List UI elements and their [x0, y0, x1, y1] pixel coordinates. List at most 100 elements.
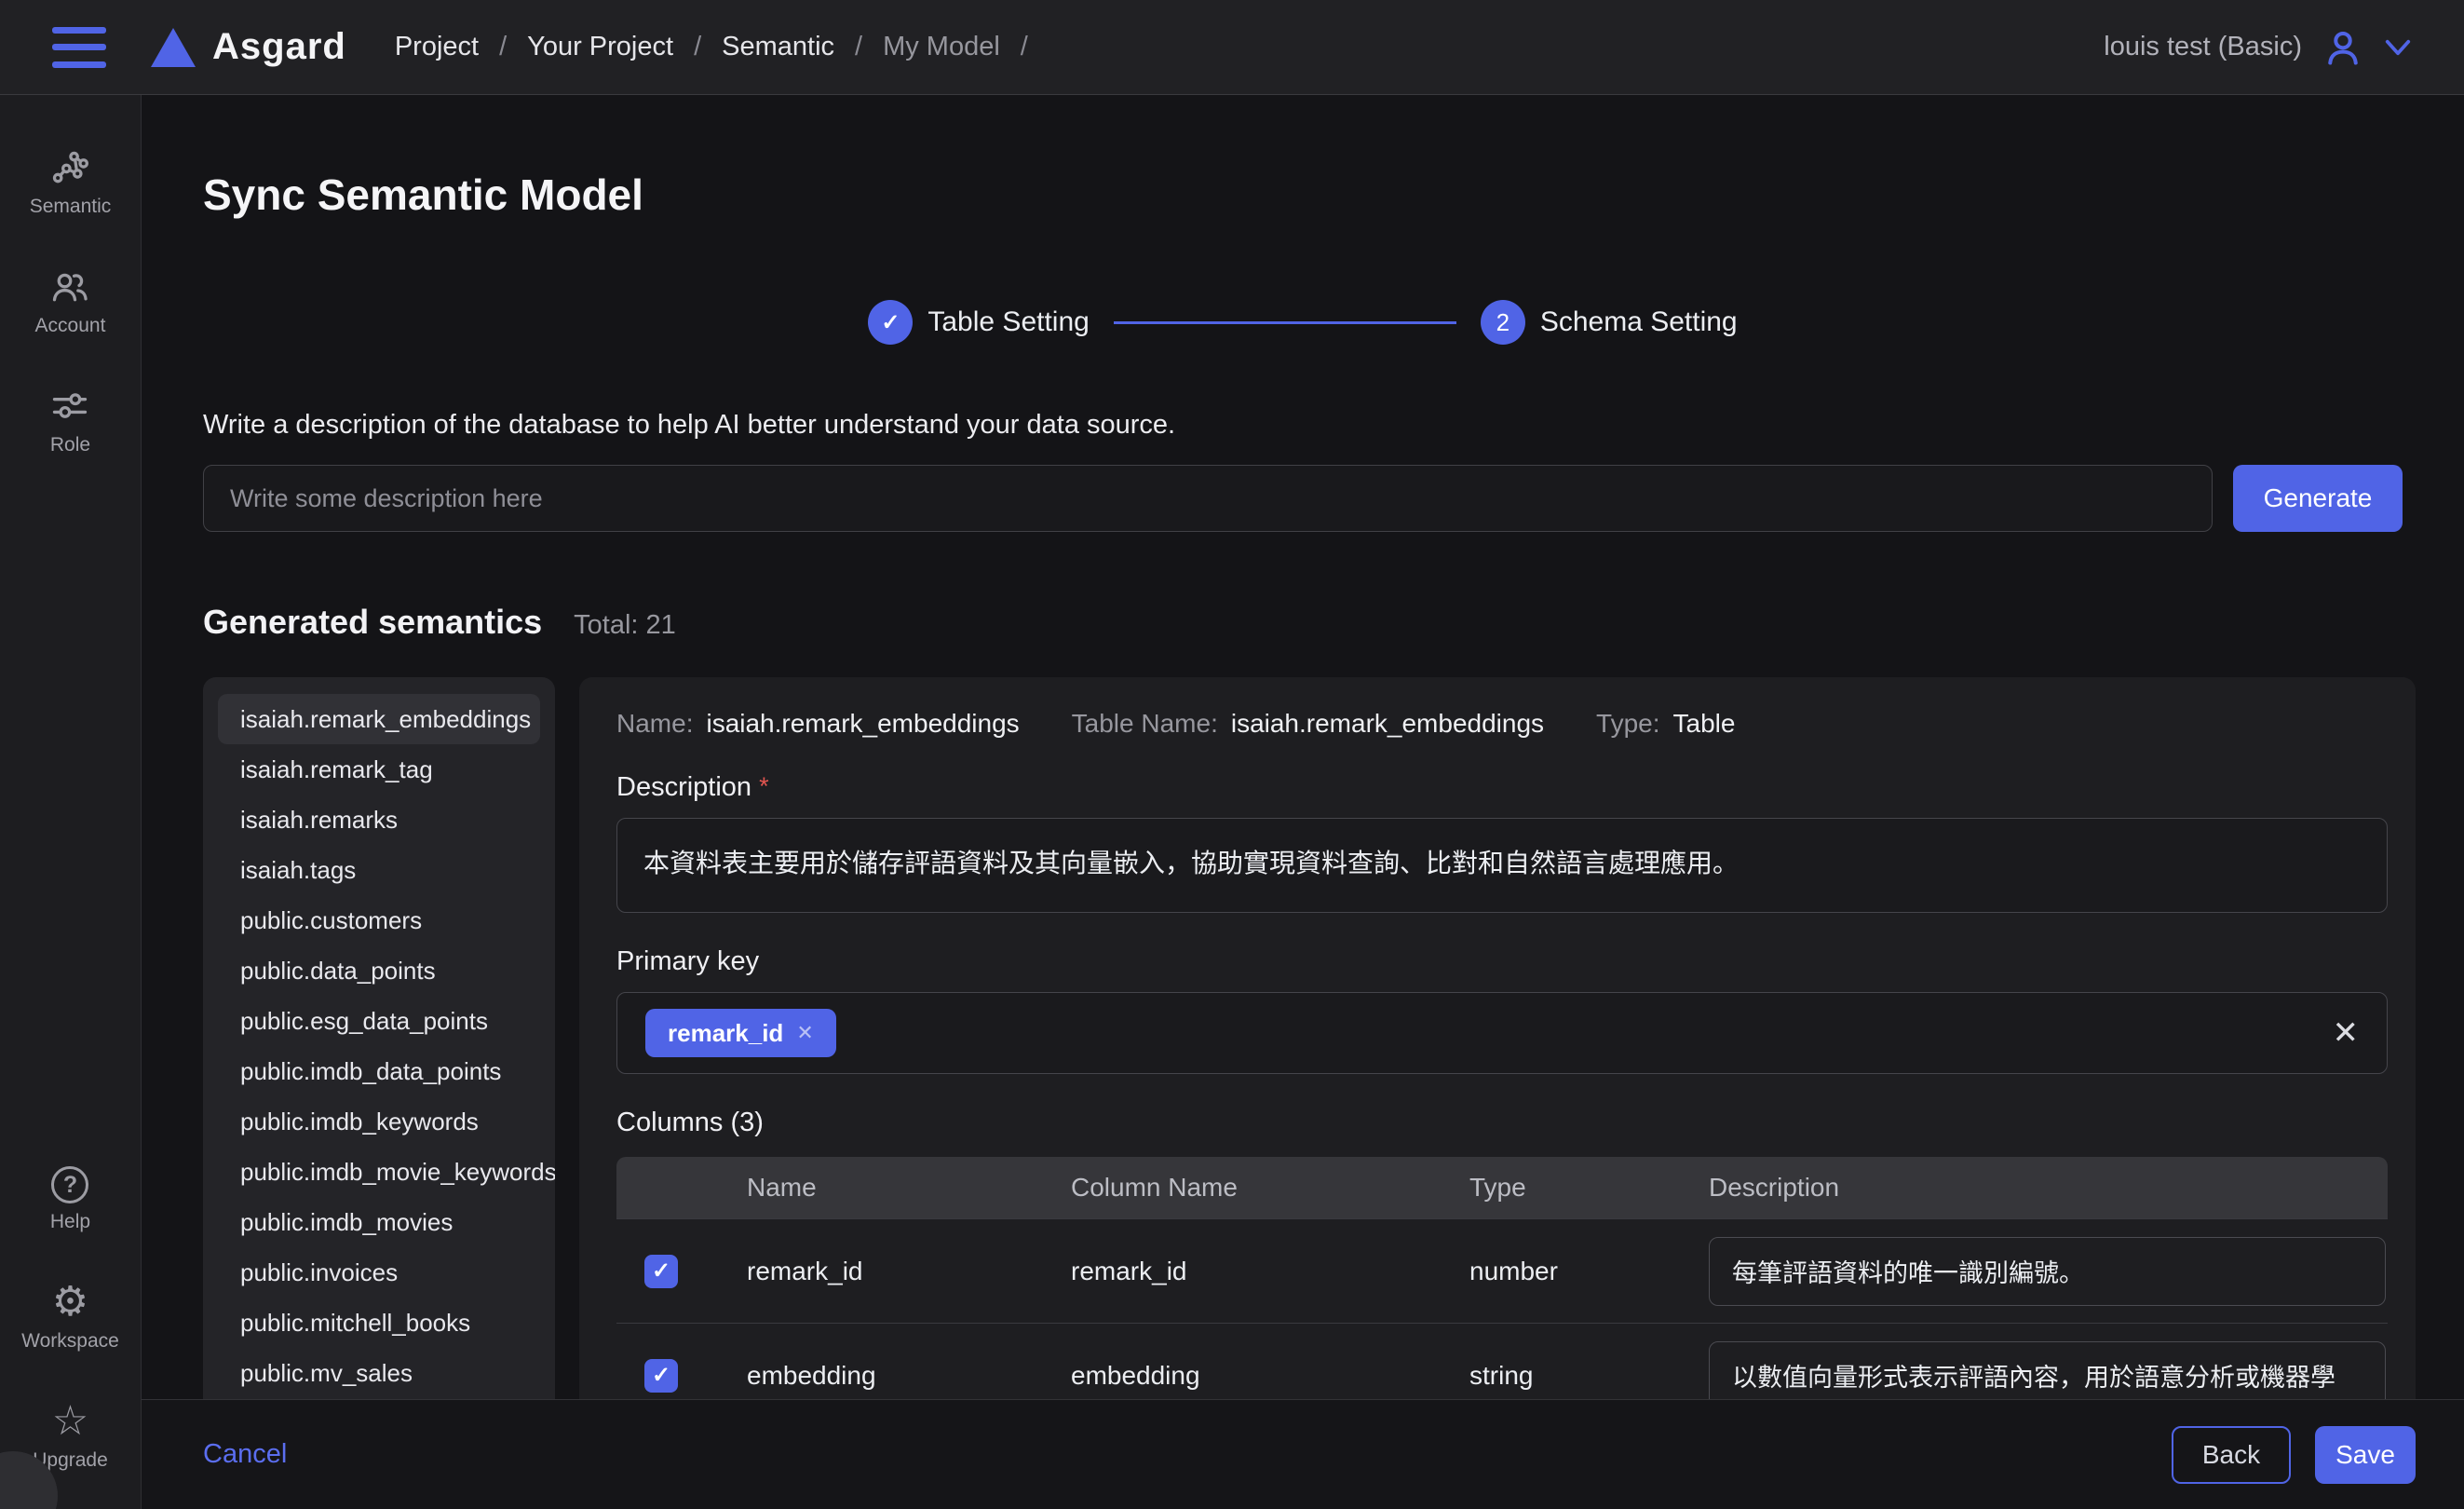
user-menu[interactable]: louis test (Basic) — [2104, 27, 2412, 68]
back-button[interactable]: Back — [2172, 1426, 2291, 1484]
step-connector — [1114, 321, 1456, 324]
help-icon: ? — [51, 1166, 88, 1203]
generated-semantics-header: Generated semantics Total: 21 — [203, 603, 2464, 642]
sliders-icon — [49, 386, 90, 427]
breadcrumb-separator: / — [499, 32, 507, 62]
section-title: Generated semantics — [203, 603, 542, 642]
top-bar: Asgard Project / Your Project / Semantic… — [0, 0, 2464, 95]
breadcrumb-item[interactable]: My Model — [883, 32, 1000, 62]
table-list-item[interactable]: public.imdb_data_points — [218, 1046, 540, 1096]
table-list-item[interactable]: public.esg_data_points — [218, 996, 540, 1046]
table-row: ✓ remark_id remark_id number 每筆評語資料的唯一識別… — [616, 1218, 2388, 1323]
sidebar: Semantic Account — [0, 95, 142, 1509]
table-list-item[interactable]: public.imdb_movies — [218, 1197, 540, 1247]
breadcrumb-separator: / — [1021, 32, 1028, 62]
step-label: Schema Setting — [1540, 306, 1738, 338]
sidebar-item-workspace[interactable]: ⚙ Workspace — [21, 1282, 119, 1353]
cell-column-name: remark_id — [1071, 1257, 1469, 1286]
description-input[interactable] — [203, 465, 2213, 532]
table-list-item[interactable]: isaiah.tags — [218, 845, 540, 895]
type-label: Type: — [1596, 709, 1659, 739]
tables-list: isaiah.remark_embeddings isaiah.remark_t… — [203, 677, 555, 1399]
table-list-item[interactable]: isaiah.remark_embeddings — [218, 694, 540, 744]
column-header-column-name: Column Name — [1071, 1173, 1469, 1203]
breadcrumb-separator: / — [694, 32, 701, 62]
table-meta-row: Name: isaiah.remark_embeddings Table Nam… — [616, 709, 2388, 739]
user-name: louis test (Basic) — [2104, 32, 2302, 62]
step-done-circle: ✓ — [868, 300, 913, 345]
chip-remove-icon[interactable]: ✕ — [796, 1021, 813, 1045]
total-count: Total: 21 — [574, 610, 676, 641]
table-name-value: isaiah.remark_embeddings — [1231, 709, 1544, 739]
cell-name: embedding — [747, 1361, 1071, 1391]
gear-icon: ⚙ — [52, 1282, 88, 1323]
description-row: Generate — [203, 465, 2403, 532]
hamburger-menu-icon[interactable] — [52, 27, 106, 68]
cancel-button[interactable]: Cancel — [203, 1439, 287, 1470]
cell-column-name: embedding — [1071, 1361, 1469, 1391]
chip-label: remark_id — [668, 1019, 783, 1048]
description-field-label: Description * — [616, 772, 2388, 803]
table-list-item[interactable]: public.imdb_keywords — [218, 1096, 540, 1147]
table-row: ✓ embedding embedding string 以數值向量形式表示評語… — [616, 1323, 2388, 1399]
page-title: Sync Semantic Model — [203, 170, 2464, 220]
semantics-panels: isaiah.remark_embeddings isaiah.remark_t… — [203, 677, 2416, 1399]
table-list-item[interactable]: isaiah.remarks — [218, 795, 540, 845]
sidebar-item-role[interactable]: Role — [49, 386, 90, 456]
breadcrumb-item[interactable]: Project — [395, 32, 479, 62]
app-root: Asgard Project / Your Project / Semantic… — [0, 0, 2464, 1509]
name-value: isaiah.remark_embeddings — [706, 709, 1019, 739]
graph-network-icon — [49, 147, 90, 188]
row-checkbox[interactable]: ✓ — [644, 1359, 678, 1393]
step-table-setting[interactable]: ✓ Table Setting — [868, 300, 1089, 345]
sidebar-label: Help — [50, 1211, 90, 1233]
check-icon: ✓ — [881, 309, 900, 336]
table-description-textarea[interactable]: 本資料表主要用於儲存評語資料及其向量嵌入，協助實現資料查詢、比對和自然語言處理應… — [616, 818, 2388, 913]
app-logo[interactable]: Asgard — [151, 26, 346, 68]
save-button[interactable]: Save — [2315, 1426, 2416, 1484]
table-list-item[interactable]: public.customers — [218, 895, 540, 945]
table-name-label: Table Name: — [1072, 709, 1218, 739]
cell-description-input[interactable]: 以數值向量形式表示評語內容，用於語意分析或機器學 — [1709, 1341, 2386, 1400]
table-list-item[interactable]: public.data_points — [218, 945, 540, 996]
sidebar-bottom-group: ? Help ⚙ Workspace ☆ Upgrade — [21, 1166, 119, 1472]
breadcrumb-item[interactable]: Your Project — [527, 32, 673, 62]
sidebar-item-help[interactable]: ? Help — [50, 1166, 90, 1233]
primary-key-chip[interactable]: remark_id ✕ — [645, 1009, 836, 1057]
cell-type: string — [1469, 1361, 1709, 1391]
columns-label: Columns (3) — [616, 1108, 2388, 1138]
table-list-item[interactable]: isaiah.remark_tag — [218, 744, 540, 795]
cell-type: number — [1469, 1257, 1709, 1286]
columns-table-header: Name Column Name Type Description — [616, 1157, 2388, 1218]
breadcrumb: Project / Your Project / Semantic / My M… — [395, 32, 1049, 62]
step-schema-setting[interactable]: 2 Schema Setting — [1481, 300, 1738, 345]
breadcrumb-separator: / — [855, 32, 862, 62]
cell-description-input[interactable]: 每筆評語資料的唯一識別編號。 — [1709, 1237, 2386, 1306]
table-list-item[interactable]: public.invoices — [218, 1247, 540, 1298]
generate-button[interactable]: Generate — [2233, 465, 2403, 532]
breadcrumb-item[interactable]: Semantic — [722, 32, 834, 62]
type-value: Table — [1673, 709, 1736, 739]
required-asterisk: * — [759, 772, 769, 801]
sidebar-top-group: Semantic Account — [30, 147, 112, 456]
main-content: Sync Semantic Model ✓ Table Setting 2 Sc… — [142, 95, 2464, 1399]
columns-table: Name Column Name Type Description ✓ rema… — [616, 1157, 2388, 1399]
table-list-item[interactable]: public.mitchell_books — [218, 1298, 540, 1348]
primary-key-select[interactable]: remark_id ✕ ✕ — [616, 992, 2388, 1074]
wizard-stepper: ✓ Table Setting 2 Schema Setting — [142, 300, 2464, 345]
sidebar-label: Semantic — [30, 196, 112, 218]
sidebar-label: Account — [35, 315, 106, 337]
clear-selection-icon[interactable]: ✕ — [2333, 1017, 2360, 1049]
table-list-item[interactable]: public.mv_sales — [218, 1348, 540, 1398]
cell-name: remark_id — [747, 1257, 1071, 1286]
star-icon: ☆ — [52, 1401, 88, 1442]
table-detail-panel: Name: isaiah.remark_embeddings Table Nam… — [579, 677, 2416, 1399]
sidebar-item-semantic[interactable]: Semantic — [30, 147, 112, 218]
sidebar-item-account[interactable]: Account — [35, 266, 106, 337]
description-prompt: Write a description of the database to h… — [203, 410, 2464, 441]
table-list-item[interactable]: public.imdb_movie_keywords — [218, 1147, 540, 1197]
primary-key-label: Primary key — [616, 946, 2388, 977]
column-header-name: Name — [747, 1173, 1071, 1203]
row-checkbox[interactable]: ✓ — [644, 1255, 678, 1288]
sidebar-item-upgrade[interactable]: ☆ Upgrade — [33, 1401, 108, 1472]
